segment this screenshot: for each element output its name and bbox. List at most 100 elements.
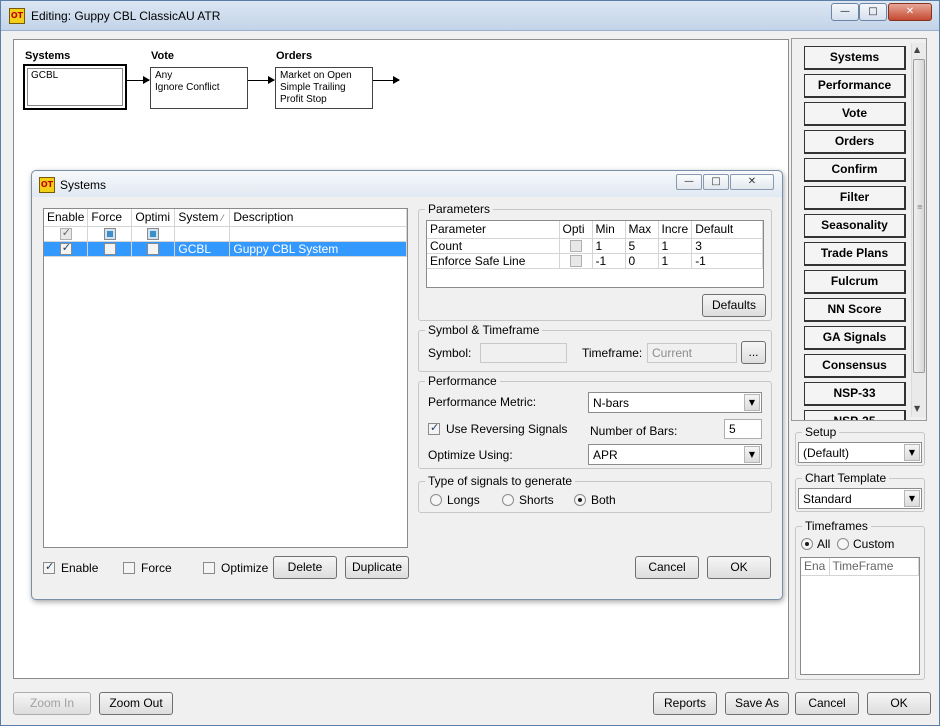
scrollbar-thumb[interactable]: ≡ xyxy=(913,59,925,373)
orders-node[interactable]: Market on Open Simple Trailing Profit St… xyxy=(275,67,373,109)
scroll-down-icon[interactable]: ▼ xyxy=(914,404,920,413)
optimize-checkbox[interactable] xyxy=(203,562,215,574)
col-optimize[interactable]: Optimi xyxy=(131,209,176,227)
timeframe-input[interactable]: Current xyxy=(647,343,737,363)
sidebar-scrollbar[interactable]: ▲ ≡ ▼ xyxy=(911,43,926,417)
enable-checkbox[interactable] xyxy=(43,560,55,574)
sidebar-item-nn-score[interactable]: NN Score xyxy=(804,298,906,322)
param-incr[interactable]: 1 xyxy=(658,238,693,254)
param-col-opti[interactable]: Opti xyxy=(559,221,593,239)
save-as-button[interactable]: Save As xyxy=(725,692,789,715)
timeframes-grid[interactable]: Ena TimeFrame xyxy=(800,557,920,675)
param-col-max[interactable]: Max xyxy=(625,221,659,239)
chevron-down-icon[interactable]: ▼ xyxy=(904,490,920,507)
chevron-down-icon[interactable]: ▼ xyxy=(904,444,920,461)
col-system[interactable]: System ⁄ xyxy=(174,209,231,227)
window-title: Editing: Guppy CBL ClassicAU ATR xyxy=(31,9,221,23)
param-col-incr[interactable]: Incre xyxy=(658,221,693,239)
param-default[interactable]: -1 xyxy=(691,253,763,269)
close-button[interactable]: ✕ xyxy=(888,3,932,21)
title-bar[interactable]: OT Editing: Guppy CBL ClassicAU ATR — □ … xyxy=(1,1,939,31)
param-max[interactable]: 0 xyxy=(625,253,659,269)
row-enable-checkbox[interactable] xyxy=(59,241,72,256)
maximize-button[interactable]: □ xyxy=(859,3,887,21)
zoom-in-button[interactable]: Zoom In xyxy=(13,692,91,715)
param-col-name[interactable]: Parameter xyxy=(427,221,560,239)
sidebar-item-trade-plans[interactable]: Trade Plans xyxy=(804,242,906,266)
reports-button[interactable]: Reports xyxy=(653,692,717,715)
cancel-button[interactable]: Cancel xyxy=(795,692,859,715)
dialog-maximize-button[interactable]: □ xyxy=(703,174,729,190)
tf-col-timeframe[interactable]: TimeFrame xyxy=(829,558,919,576)
chevron-down-icon[interactable]: ▼ xyxy=(744,446,760,463)
filter-enable-checkbox[interactable] xyxy=(59,226,72,241)
minimize-button[interactable]: — xyxy=(831,3,859,21)
shorts-radio[interactable] xyxy=(502,494,514,506)
optimize-using-dropdown[interactable]: APR ▼ xyxy=(588,444,762,465)
sidebar-item-systems[interactable]: Systems xyxy=(804,46,906,70)
filter-force-checkbox[interactable] xyxy=(103,228,116,241)
sidebar-item-nsp-33[interactable]: NSP-33 xyxy=(804,382,906,406)
chevron-down-icon[interactable]: ▼ xyxy=(744,394,760,411)
systems-grid[interactable]: Enable Force Optimi System ⁄ Description xyxy=(43,208,408,548)
sidebar-item-vote[interactable]: Vote xyxy=(804,102,906,126)
timeframes-all-radio[interactable] xyxy=(801,538,813,550)
vote-node[interactable]: Any Ignore Conflict xyxy=(150,67,248,109)
ok-button[interactable]: OK xyxy=(867,692,931,715)
row-optimize-checkbox[interactable] xyxy=(147,243,160,256)
setup-dropdown[interactable]: (Default) ▼ xyxy=(798,442,922,463)
longs-radio[interactable] xyxy=(430,494,442,506)
table-row[interactable]: Count 1 5 1 3 xyxy=(427,238,763,254)
parameters-grid[interactable]: Parameter Opti Min Max Incre Default Cou… xyxy=(426,220,764,288)
dialog-title-bar[interactable]: OT Systems — □ ✕ xyxy=(32,171,782,197)
sidebar-item-nsp-35[interactable]: NSP-35 xyxy=(804,410,906,420)
table-row[interactable]: GCBL Guppy CBL System xyxy=(44,241,407,257)
dialog-cancel-button[interactable]: Cancel xyxy=(635,556,699,579)
dialog-close-button[interactable]: ✕ xyxy=(730,174,774,190)
param-min[interactable]: -1 xyxy=(592,253,626,269)
zoom-out-button[interactable]: Zoom Out xyxy=(99,692,173,715)
param-col-default[interactable]: Default xyxy=(691,221,763,239)
force-checkbox[interactable] xyxy=(123,562,135,574)
chart-template-dropdown[interactable]: Standard ▼ xyxy=(798,488,922,509)
table-row[interactable]: Enforce Safe Line -1 0 1 -1 xyxy=(427,253,763,269)
param-min[interactable]: 1 xyxy=(592,238,626,254)
sidebar-item-fulcrum[interactable]: Fulcrum xyxy=(804,270,906,294)
param-col-min[interactable]: Min xyxy=(592,221,626,239)
filter-system-cell[interactable] xyxy=(174,226,231,242)
param-max[interactable]: 5 xyxy=(625,238,659,254)
col-force[interactable]: Force xyxy=(87,209,133,227)
sidebar-item-confirm[interactable]: Confirm xyxy=(804,158,906,182)
delete-button[interactable]: Delete xyxy=(273,556,337,579)
param-default[interactable]: 3 xyxy=(691,238,763,254)
symbol-input[interactable] xyxy=(480,343,567,363)
performance-metric-dropdown[interactable]: N-bars ▼ xyxy=(588,392,762,413)
sidebar-item-seasonality[interactable]: Seasonality xyxy=(804,214,906,238)
systems-node-title: Systems xyxy=(25,50,71,62)
col-enable[interactable]: Enable xyxy=(44,209,89,227)
sidebar-item-consensus[interactable]: Consensus xyxy=(804,354,906,378)
dialog-minimize-button[interactable]: — xyxy=(676,174,702,190)
sidebar-item-performance[interactable]: Performance xyxy=(804,74,906,98)
col-description[interactable]: Description xyxy=(229,209,407,227)
systems-node[interactable]: GCBL xyxy=(23,64,127,110)
defaults-button[interactable]: Defaults xyxy=(702,294,766,317)
param-incr[interactable]: 1 xyxy=(658,253,693,269)
filter-description-cell[interactable] xyxy=(229,226,407,242)
sidebar-item-orders[interactable]: Orders xyxy=(804,130,906,154)
param-opti-checkbox[interactable] xyxy=(569,255,582,268)
sidebar-item-filter[interactable]: Filter xyxy=(804,186,906,210)
tf-col-enable[interactable]: Ena xyxy=(801,558,830,576)
row-force-checkbox[interactable] xyxy=(103,243,116,256)
dialog-ok-button[interactable]: OK xyxy=(707,556,771,579)
sidebar-item-ga-signals[interactable]: GA Signals xyxy=(804,326,906,350)
param-opti-checkbox[interactable] xyxy=(569,240,582,253)
use-reversing-checkbox[interactable] xyxy=(428,421,440,435)
scroll-up-icon[interactable]: ▲ xyxy=(914,45,920,54)
filter-optimize-checkbox[interactable] xyxy=(147,228,160,241)
timeframe-browse-button[interactable]: ... xyxy=(741,341,766,364)
timeframes-custom-radio[interactable] xyxy=(837,538,849,550)
duplicate-button[interactable]: Duplicate xyxy=(345,556,409,579)
both-radio[interactable] xyxy=(574,494,586,506)
number-of-bars-input[interactable]: 5 xyxy=(724,419,762,439)
